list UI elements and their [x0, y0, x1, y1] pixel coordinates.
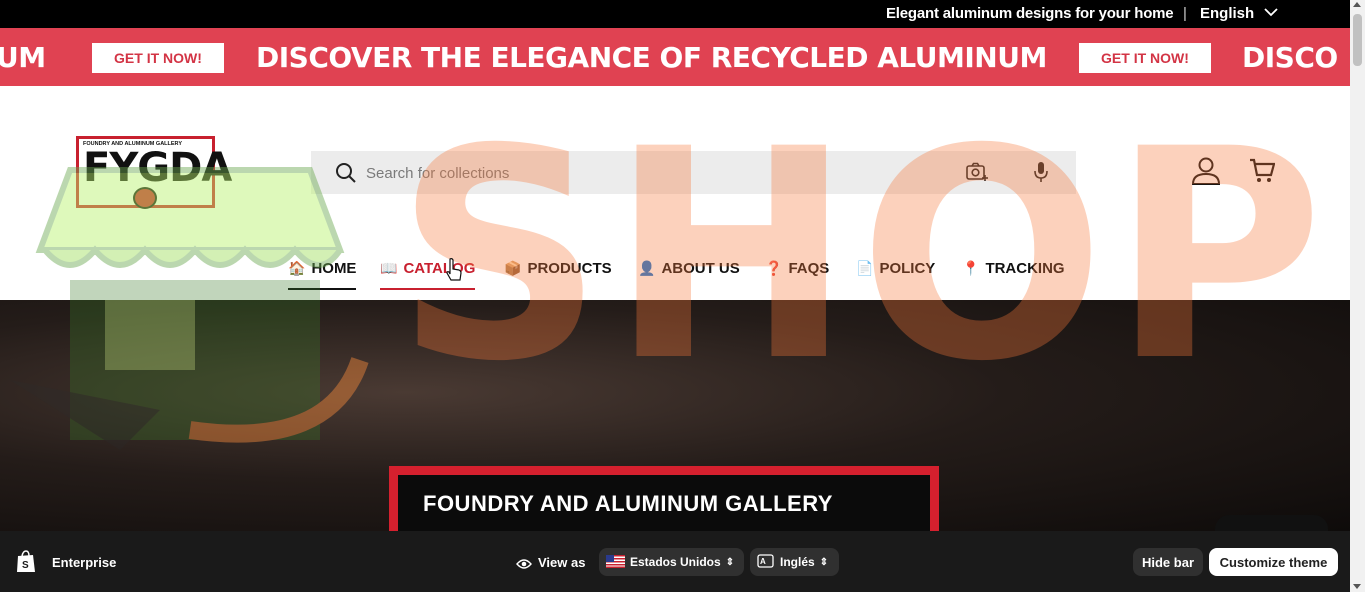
customize-theme-button[interactable]: Customize theme: [1209, 548, 1338, 576]
plan-label: Enterprise: [52, 555, 117, 570]
page-scrollbar[interactable]: [1350, 0, 1365, 592]
account-icon[interactable]: [1191, 157, 1221, 185]
marquee-text: UM: [0, 41, 46, 74]
language-label: English: [1200, 5, 1255, 22]
announcement-bar: Elegant aluminum designs for your home |…: [0, 0, 1350, 28]
scroll-down-icon[interactable]: [1353, 584, 1361, 589]
eye-icon: [516, 559, 532, 569]
get-it-now-button[interactable]: GET IT NOW!: [92, 43, 224, 73]
nav-item-label: CATALOG: [403, 260, 476, 277]
get-it-now-button[interactable]: GET IT NOW!: [1079, 43, 1211, 73]
nav-item-label: HOME: [311, 260, 357, 277]
pin-icon: 📍: [962, 260, 980, 276]
chevron-down-icon: [1264, 8, 1278, 17]
language-select-value: Inglés: [780, 555, 815, 569]
hide-bar-button[interactable]: Hide bar: [1133, 548, 1203, 576]
nav-item-products[interactable]: 📦 PRODUCTS: [504, 260, 612, 290]
view-as-text: View as: [538, 555, 586, 570]
hero-banner-text: FOUNDRY AND ALUMINUM GALLERY: [423, 491, 833, 516]
svg-text:S: S: [22, 560, 29, 571]
nav-item-faqs[interactable]: ❓ FAQS: [765, 260, 829, 290]
translate-icon: A: [757, 554, 774, 568]
nav-item-home[interactable]: 🏠 HOME: [288, 260, 357, 290]
search-input[interactable]: [366, 159, 926, 187]
scroll-up-icon[interactable]: [1353, 2, 1361, 7]
chevron-updown-icon: ⇕: [725, 557, 735, 568]
chevron-updown-icon: ⇕: [819, 557, 829, 568]
cart-icon[interactable]: [1249, 158, 1275, 184]
language-select[interactable]: A Inglés ⇕: [750, 548, 839, 576]
country-select[interactable]: Estados Unidos ⇕: [599, 548, 744, 576]
nav-item-tracking[interactable]: 📍 TRACKING: [962, 260, 1065, 290]
nav-item-label: TRACKING: [985, 260, 1065, 277]
svg-text:A: A: [760, 557, 766, 566]
search-icon[interactable]: [335, 162, 357, 184]
nav-item-catalog[interactable]: 📖 CATALOG: [380, 260, 476, 290]
nav-item-label: ABOUT US: [661, 260, 740, 277]
us-flag-icon: [606, 555, 625, 568]
announcement-message: Elegant aluminum designs for your home: [886, 5, 1174, 22]
question-icon: ❓: [765, 260, 783, 276]
marquee-text: DISCO: [1242, 41, 1338, 74]
nav-item-label: FAQS: [788, 260, 830, 277]
home-icon: 🏠: [288, 260, 306, 276]
scrollbar-thumb[interactable]: [1353, 14, 1362, 66]
marquee-text: DISCOVER THE ELEGANCE OF RECYCLED ALUMIN…: [256, 41, 1047, 74]
view-as-label: View as: [516, 555, 585, 570]
country-select-value: Estados Unidos: [630, 555, 721, 569]
nav-item-policy[interactable]: 📄 POLICY: [856, 260, 935, 290]
shopify-admin-bar: S Enterprise View as Estados Unidos ⇕ A In…: [0, 531, 1350, 592]
document-icon: 📄: [856, 260, 874, 276]
nav-item-label: POLICY: [879, 260, 936, 277]
microphone-icon[interactable]: [1033, 161, 1049, 183]
logo-name: FYGDA: [83, 145, 232, 191]
chat-widget[interactable]: [1215, 515, 1328, 531]
nav-item-label: PRODUCTS: [527, 260, 612, 277]
search-bar: [311, 151, 1076, 194]
site-header: FOUNDRY AND ALUMINUM GALLERY FYGDA 🏠 HOME…: [0, 86, 1350, 300]
hero-banner: FOUNDRY AND ALUMINUM GALLERY: [0, 300, 1350, 531]
person-icon: 👤: [638, 260, 656, 276]
nav-item-about-us[interactable]: 👤 ABOUT US: [638, 260, 740, 290]
announcement-separator: |: [1183, 5, 1187, 22]
language-selector[interactable]: English: [1200, 5, 1278, 22]
hero-brand-banner: FOUNDRY AND ALUMINUM GALLERY: [389, 466, 939, 531]
promo-marquee: UM GET IT NOW! DISCOVER THE ELEGANCE OF …: [0, 28, 1350, 86]
image-search-icon[interactable]: [966, 162, 988, 182]
book-icon: 📖: [380, 260, 398, 276]
package-icon: 📦: [504, 260, 522, 276]
shopify-bag-icon: S: [17, 550, 35, 572]
store-logo[interactable]: FOUNDRY AND ALUMINUM GALLERY FYGDA: [76, 136, 232, 209]
logo-emblem-icon: [133, 187, 157, 209]
